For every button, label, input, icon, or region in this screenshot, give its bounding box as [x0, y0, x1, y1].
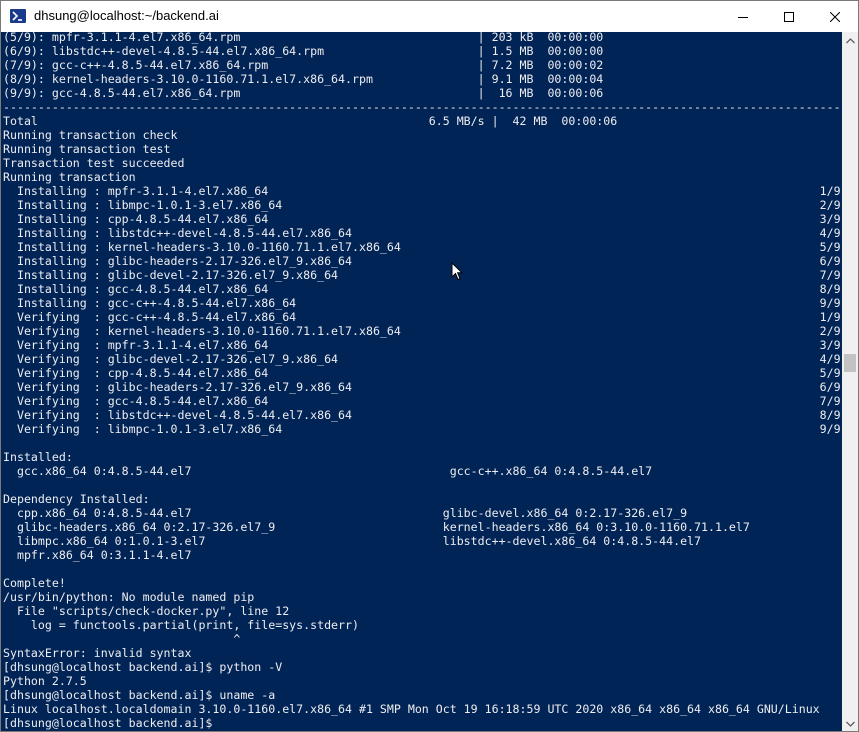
title-bar[interactable]: dhsung@localhost:~/backend.ai [1, 1, 858, 32]
terminal-line: /usr/bin/python: No module named pip [3, 590, 255, 604]
terminal-line: mpfr.x86_64 0:3.1.1-4.el7 [3, 548, 192, 562]
terminal-line: Dependency Installed: [3, 492, 150, 506]
terminal-line: Verifying : libstdc++-devel-4.8.5-44.el7… [3, 408, 841, 422]
terminal-line: Verifying : kernel-headers-3.10.0-1160.7… [3, 324, 841, 338]
terminal-line: [dhsung@localhost backend.ai]$ python -V [3, 660, 283, 674]
terminal-line: (9/9): gcc-4.8.5-44.el7.x86_64.rpm | 16 … [3, 86, 604, 100]
terminal-line: Verifying : gcc-c++-4.8.5-44.el7.x86_64 … [3, 310, 841, 324]
terminal-text: (5/9): mpfr-3.1.1-4.el7.x86_64.rpm | 203… [3, 32, 841, 730]
mouse-pointer-icon [451, 261, 464, 286]
terminal-output[interactable]: (5/9): mpfr-3.1.1-4.el7.x86_64.rpm | 203… [1, 32, 842, 731]
terminal-line: ^ [3, 632, 241, 646]
terminal-line: Installing : mpfr-3.1.1-4.el7.x86_64 1/9 [3, 184, 841, 198]
terminal-line: Installing : glibc-devel-2.17-326.el7_9.… [3, 268, 841, 282]
scroll-down-button[interactable] [842, 715, 858, 731]
chevron-down-icon [845, 721, 855, 727]
terminal-line: File "scripts/check-docker.py", line 12 [3, 604, 290, 618]
terminal-line: Installing : libstdc++-devel-4.8.5-44.el… [3, 226, 841, 240]
chevron-up-icon [845, 37, 855, 43]
maximize-button[interactable] [766, 1, 812, 32]
terminal-window: dhsung@localhost:~/backend.ai (5/9): mpf… [0, 0, 859, 732]
terminal-line: Installing : glibc-headers-2.17-326.el7_… [3, 254, 841, 268]
terminal-line: Verifying : cpp-4.8.5-44.el7.x86_64 5/9 [3, 366, 841, 380]
terminal-line: [dhsung@localhost backend.ai]$ uname -a [3, 688, 276, 702]
powershell-terminal-icon[interactable] [10, 9, 26, 23]
terminal-line: (6/9): libstdc++-devel-4.8.5-44.el7.x86_… [3, 44, 604, 58]
terminal-line: ----------------------------------------… [3, 100, 841, 114]
terminal-line: Complete! [3, 576, 66, 590]
minimize-button[interactable] [720, 1, 766, 32]
terminal-line: Verifying : gcc-4.8.5-44.el7.x86_64 7/9 [3, 394, 841, 408]
terminal-line: Verifying : glibc-devel-2.17-326.el7_9.x… [3, 352, 841, 366]
terminal-line: cpp.x86_64 0:4.8.5-44.el7 glibc-devel.x8… [3, 506, 688, 520]
maximize-icon [784, 11, 794, 22]
terminal-line: libmpc.x86_64 0:1.0.1-3.el7 libstdc++-de… [3, 534, 702, 548]
window-title: dhsung@localhost:~/backend.ai [34, 8, 219, 23]
scroll-up-button[interactable] [842, 32, 858, 49]
terminal-line: Installing : gcc-4.8.5-44.el7.x86_64 8/9 [3, 282, 841, 296]
terminal-line: (5/9): mpfr-3.1.1-4.el7.x86_64.rpm | 203… [3, 32, 604, 44]
terminal-line: (8/9): kernel-headers-3.10.0-1160.71.1.e… [3, 72, 604, 86]
vertical-scrollbar[interactable] [842, 32, 858, 731]
terminal-line: Linux localhost.localdomain 3.10.0-1160.… [3, 702, 820, 716]
scroll-thumb[interactable] [844, 354, 856, 372]
terminal-line: Running transaction test [3, 142, 171, 156]
terminal-line: Installing : kernel-headers-3.10.0-1160.… [3, 240, 841, 254]
terminal-line: Transaction test succeeded [3, 156, 185, 170]
terminal-line: Verifying : glibc-headers-2.17-326.el7_9… [3, 380, 841, 394]
minimize-icon [738, 16, 748, 18]
terminal-line: log = functools.partial(print, file=sys.… [3, 618, 359, 632]
terminal-line: Installing : libmpc-1.0.1-3.el7.x86_64 2… [3, 198, 841, 212]
terminal-line: Installing : cpp-4.8.5-44.el7.x86_64 3/9 [3, 212, 841, 226]
terminal-line: Running transaction [3, 170, 136, 184]
terminal-line: (7/9): gcc-c++-4.8.5-44.el7.x86_64.rpm |… [3, 58, 604, 72]
terminal-line: Running transaction check [3, 128, 178, 142]
terminal-line: Python 2.7.5 [3, 674, 87, 688]
close-button[interactable] [812, 1, 858, 32]
terminal-line: Installing : gcc-c++-4.8.5-44.el7.x86_64… [3, 296, 841, 310]
terminal-line: [dhsung@localhost backend.ai]$ [3, 716, 220, 730]
terminal-line: Installed: [3, 450, 73, 464]
terminal-line: Total 6.5 MB/s | 42 MB 00:00:06 [3, 114, 618, 128]
terminal-line: glibc-headers.x86_64 0:2.17-326.el7_9 ke… [3, 520, 750, 534]
terminal-line: gcc.x86_64 0:4.8.5-44.el7 gcc-c++.x86_64… [3, 464, 653, 478]
terminal-line: SyntaxError: invalid syntax [3, 646, 192, 660]
terminal-line: Verifying : mpfr-3.1.1-4.el7.x86_64 3/9 [3, 338, 841, 352]
close-icon [830, 11, 840, 22]
terminal-line: Verifying : libmpc-1.0.1-3.el7.x86_64 9/… [3, 422, 841, 436]
